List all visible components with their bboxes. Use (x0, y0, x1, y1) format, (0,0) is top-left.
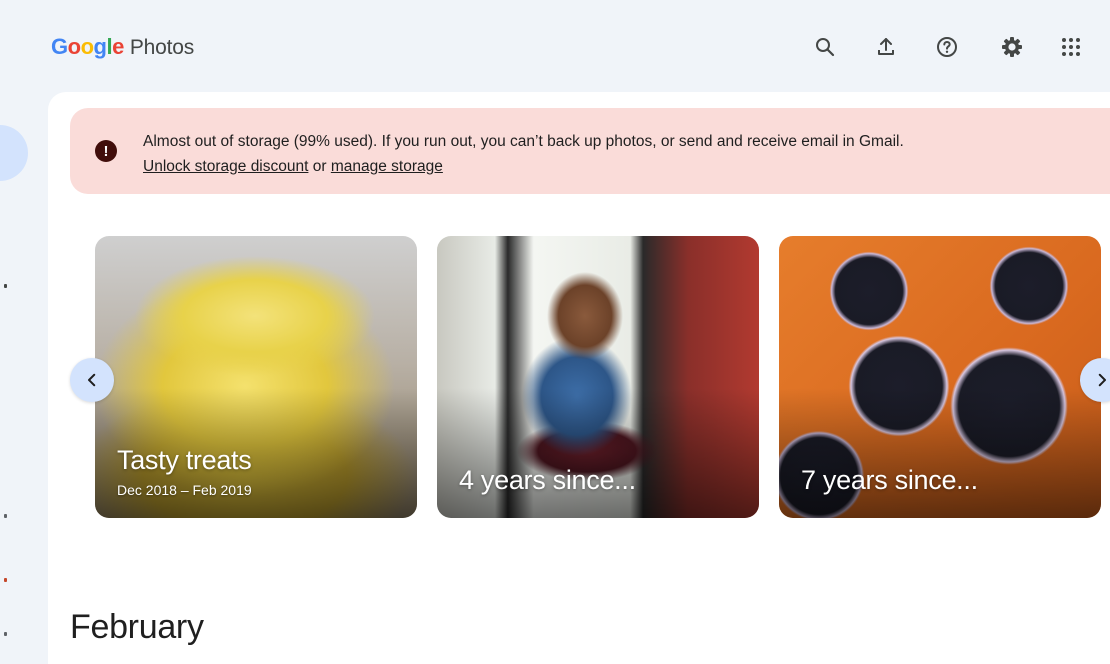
memory-card-shade (779, 388, 1101, 518)
upload-button[interactable] (871, 32, 901, 62)
nav-rail-icon-fragment (4, 284, 7, 288)
manage-storage-link[interactable]: manage storage (331, 158, 443, 175)
memory-card-7-years-since[interactable]: 7 years since... (779, 236, 1101, 518)
help-icon (937, 37, 957, 57)
carousel-prev-button[interactable] (70, 358, 114, 402)
settings-icon (1002, 37, 1022, 57)
search-button[interactable] (810, 32, 840, 62)
month-section-title: February (70, 608, 204, 646)
settings-button[interactable] (997, 32, 1027, 62)
memory-card-tasty-treats[interactable]: Tasty treats Dec 2018 – Feb 2019 (95, 236, 417, 518)
storage-warning-message: Almost out of storage (99% used). If you… (143, 133, 904, 150)
search-icon (816, 38, 835, 57)
chevron-right-icon (1098, 373, 1106, 387)
nav-rail-icon-fragment (4, 514, 7, 518)
google-photos-logo[interactable]: Google Photos (51, 34, 194, 60)
banner-separator: or (312, 158, 327, 175)
unlock-storage-discount-link[interactable]: Unlock storage discount (143, 158, 308, 175)
memory-card-subtitle: Dec 2018 – Feb 2019 (117, 482, 252, 498)
memory-card-title: Tasty treats (117, 445, 252, 475)
apps-icon (1062, 38, 1080, 56)
help-button[interactable] (932, 32, 962, 62)
apps-button[interactable] (1056, 32, 1086, 62)
memory-card-title: 4 years since... (459, 465, 636, 495)
nav-rail-icon-fragment (4, 578, 7, 582)
chevron-left-icon (88, 373, 96, 387)
storage-warning-text: Almost out of storage (99% used). If you… (143, 129, 1103, 179)
top-bar: Google Photos (0, 0, 1110, 92)
storage-warning-banner: ! Almost out of storage (99% used). If y… (70, 108, 1110, 194)
upload-icon (878, 38, 894, 55)
error-icon: ! (95, 140, 117, 162)
product-name: Photos (129, 36, 195, 59)
memory-card-shade (437, 388, 759, 518)
google-wordmark: Google (51, 34, 124, 59)
nav-rail-icon-fragment (4, 632, 7, 636)
nav-rail-selected-item[interactable] (0, 125, 28, 181)
memory-card-4-years-since[interactable]: 4 years since... (437, 236, 759, 518)
memory-card-title: 7 years since... (801, 465, 978, 495)
